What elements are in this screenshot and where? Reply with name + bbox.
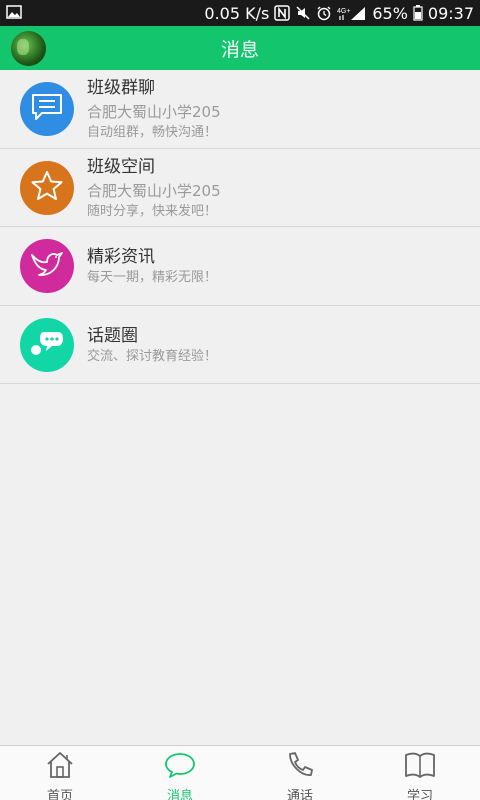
battery-level: 65% xyxy=(372,3,408,23)
mute-icon xyxy=(295,5,311,21)
bottom-tab-bar: 首页 消息 通话 学习 xyxy=(0,745,480,800)
tab-label: 消息 xyxy=(166,789,193,800)
avatar[interactable] xyxy=(11,31,46,66)
star-icon-circle xyxy=(20,160,74,215)
battery-icon xyxy=(413,5,423,21)
bubbles-icon xyxy=(28,328,66,362)
list-item-news[interactable]: 精彩资讯 每天一期，精彩无限！ xyxy=(0,227,480,306)
bird-icon xyxy=(29,249,65,283)
home-icon xyxy=(45,751,75,783)
tab-messages[interactable]: 消息 xyxy=(120,746,240,800)
list-item-topic-circle[interactable]: 话题圈 交流、探讨教育经验！ xyxy=(0,305,480,384)
message-icon xyxy=(164,751,196,783)
network-speed: 0.05 K/s xyxy=(204,3,270,23)
item-description: 交流、探讨教育经验！ xyxy=(87,348,218,364)
app-bar: 消息 xyxy=(0,26,480,70)
4g-signal-icon: 4G+ xyxy=(337,5,367,21)
item-title: 班级群聊 xyxy=(87,78,155,98)
phone-icon xyxy=(285,751,315,783)
tab-home[interactable]: 首页 xyxy=(0,746,120,800)
tab-label: 学习 xyxy=(406,789,433,800)
bird-icon-circle xyxy=(20,239,74,293)
item-description: 自动组群，畅快沟通！ xyxy=(87,125,218,140)
item-description: 随时分享，快来发吧！ xyxy=(87,203,218,219)
item-description: 每天一期，精彩无限！ xyxy=(87,270,218,285)
list-item-class-space[interactable]: 班级空间 合肥大蜀山小学205 随时分享，快来发吧！ xyxy=(0,148,480,227)
tab-label: 通话 xyxy=(286,789,313,800)
item-title: 精彩资讯 xyxy=(87,247,155,267)
tab-calls[interactable]: 通话 xyxy=(240,746,360,800)
star-icon xyxy=(30,170,64,206)
clock: 09:37 xyxy=(427,3,474,23)
book-icon xyxy=(404,751,436,783)
item-subtitle: 合肥大蜀山小学205 xyxy=(87,181,221,200)
alarm-icon xyxy=(316,5,332,21)
gallery-icon xyxy=(6,4,22,23)
item-title: 班级空间 xyxy=(87,156,155,177)
tab-label: 首页 xyxy=(46,789,73,800)
message-list: 班级群聊 合肥大蜀山小学205 自动组群，畅快沟通！ 班级空间 合肥大蜀山小学2… xyxy=(0,70,480,384)
status-bar: 0.05 K/s 4G+ 65% 09:37 xyxy=(0,0,480,26)
chat-icon xyxy=(30,92,64,126)
svg-text:4G+: 4G+ xyxy=(337,8,350,15)
item-title: 话题圈 xyxy=(87,325,138,346)
item-subtitle: 合肥大蜀山小学205 xyxy=(87,103,221,121)
tab-learning[interactable]: 学习 xyxy=(360,746,480,800)
bubbles-icon-circle xyxy=(20,317,74,372)
page-title: 消息 xyxy=(220,38,259,61)
chat-icon-circle xyxy=(20,82,74,136)
nfc-icon xyxy=(274,5,291,21)
list-item-class-group-chat[interactable]: 班级群聊 合肥大蜀山小学205 自动组群，畅快沟通！ xyxy=(0,70,480,149)
